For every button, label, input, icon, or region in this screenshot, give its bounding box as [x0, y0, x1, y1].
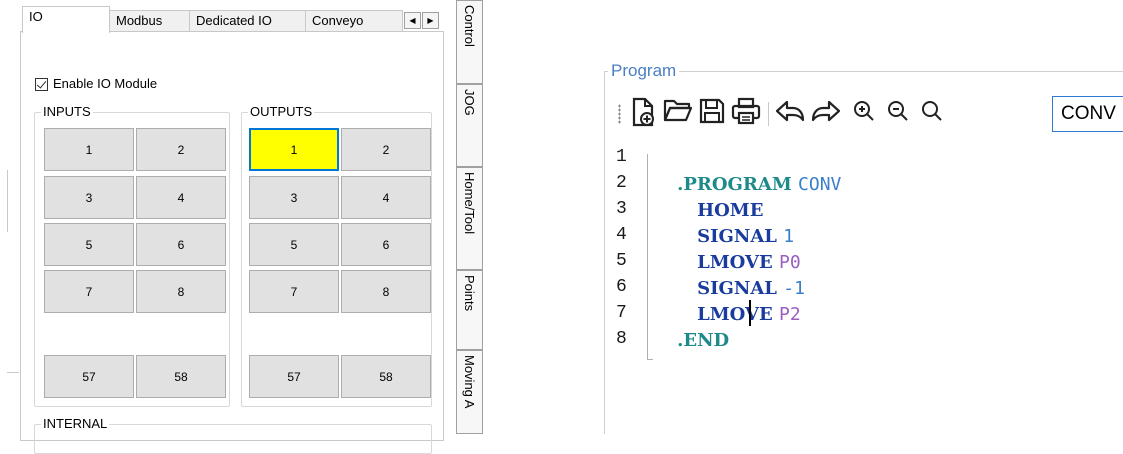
tab-scroll-right-button[interactable]: ▶	[422, 12, 439, 29]
left-edge-panel	[0, 0, 20, 434]
io-tab-strip: IO Modbus Dedicated IO Conveyo ◀ ▶	[20, 6, 444, 33]
output-button-3[interactable]: 3	[249, 176, 339, 219]
line-number: 6	[616, 277, 627, 297]
tab-scroll-left-button[interactable]: ◀	[404, 12, 421, 29]
side-tab-control-label: Control	[462, 5, 477, 47]
save-icon[interactable]	[696, 97, 728, 131]
line-number: 1	[616, 147, 627, 167]
divider	[7, 170, 8, 232]
side-tab-jog-label: JOG	[462, 89, 477, 116]
side-tab-points-label: Points	[462, 275, 477, 312]
input-button-2[interactable]: 2	[136, 128, 226, 171]
outputs-group-label: OUTPUTS	[248, 104, 315, 120]
print-icon[interactable]	[730, 97, 762, 131]
line-number: 3	[616, 199, 627, 219]
checkbox-box[interactable]	[35, 77, 48, 91]
enable-io-module-label: Enable IO Module	[53, 76, 158, 91]
toolbar-grip[interactable]	[618, 104, 621, 124]
output-button-4[interactable]: 4	[341, 176, 431, 219]
line-number: 8	[616, 329, 627, 349]
inputs-group-label: INPUTS	[41, 104, 93, 120]
input-button-6[interactable]: 6	[136, 223, 226, 266]
fold-marker[interactable]	[647, 154, 648, 359]
side-tab-jog[interactable]: JOG	[457, 84, 483, 167]
editor-toolbar: CONV	[616, 94, 1123, 138]
code-argument: P2	[779, 304, 801, 325]
tab-modbus[interactable]: Modbus	[109, 10, 190, 32]
input-button-58[interactable]: 58	[136, 355, 226, 398]
output-button-5[interactable]: 5	[249, 223, 339, 266]
side-tab-home-tool[interactable]: Home/Tool	[457, 167, 483, 270]
internal-group: INTERNAL	[34, 416, 432, 454]
side-tab-points[interactable]: Points	[457, 270, 483, 350]
output-button-1[interactable]: 1	[249, 128, 339, 171]
code-argument: CONV	[798, 174, 842, 195]
side-tab-moving[interactable]: Moving A	[457, 350, 483, 434]
input-button-57[interactable]: 57	[44, 355, 134, 398]
output-button-7[interactable]: 7	[249, 270, 339, 313]
line-number: 2	[616, 173, 627, 193]
code-line: .END	[652, 300, 729, 381]
program-name-field[interactable]: CONV	[1052, 96, 1123, 132]
line-number: 7	[616, 303, 627, 323]
line-number: 5	[616, 251, 627, 271]
divider	[7, 372, 19, 373]
redo-icon[interactable]	[810, 97, 842, 131]
line-number-gutter: 1 2 3 4 5 6 7 8	[610, 144, 644, 394]
input-button-8[interactable]: 8	[136, 270, 226, 313]
zoom-out-icon[interactable]	[882, 97, 914, 131]
output-button-2[interactable]: 2	[341, 128, 431, 171]
side-tab-control[interactable]: Control	[457, 0, 483, 84]
code-keyword: .END	[677, 330, 730, 351]
output-button-6[interactable]: 6	[341, 223, 431, 266]
input-button-7[interactable]: 7	[44, 270, 134, 313]
undo-icon[interactable]	[774, 97, 806, 131]
program-group-title: Program	[608, 60, 680, 82]
side-tab-home-tool-label: Home/Tool	[462, 172, 477, 235]
toolbar-separator	[768, 102, 769, 126]
zoom-in-icon[interactable]	[848, 97, 880, 131]
output-button-57[interactable]: 57	[249, 355, 339, 398]
text-caret	[749, 300, 751, 326]
internal-group-label: INTERNAL	[41, 416, 110, 432]
output-button-8[interactable]: 8	[341, 270, 431, 313]
input-button-4[interactable]: 4	[136, 176, 226, 219]
tab-dedicated-io[interactable]: Dedicated IO	[189, 10, 306, 32]
enable-io-module-checkbox[interactable]: Enable IO Module	[35, 76, 157, 92]
code-editor[interactable]: 1 2 3 4 5 6 7 8 .PROGRAM CONV HOME SIGNA…	[610, 144, 1123, 434]
input-button-3[interactable]: 3	[44, 176, 134, 219]
side-tab-strip: Control JOG Home/Tool Points Moving A	[456, 0, 483, 434]
output-button-58[interactable]: 58	[341, 355, 431, 398]
tab-io[interactable]: IO	[22, 6, 110, 33]
new-file-icon[interactable]	[628, 97, 660, 131]
open-folder-icon[interactable]	[662, 97, 694, 131]
zoom-reset-icon[interactable]	[916, 97, 948, 131]
side-tab-moving-label: Moving A	[462, 355, 477, 409]
line-number: 4	[616, 225, 627, 245]
input-button-1[interactable]: 1	[44, 128, 134, 171]
tab-conveyor[interactable]: Conveyo	[305, 10, 403, 32]
input-button-5[interactable]: 5	[44, 223, 134, 266]
